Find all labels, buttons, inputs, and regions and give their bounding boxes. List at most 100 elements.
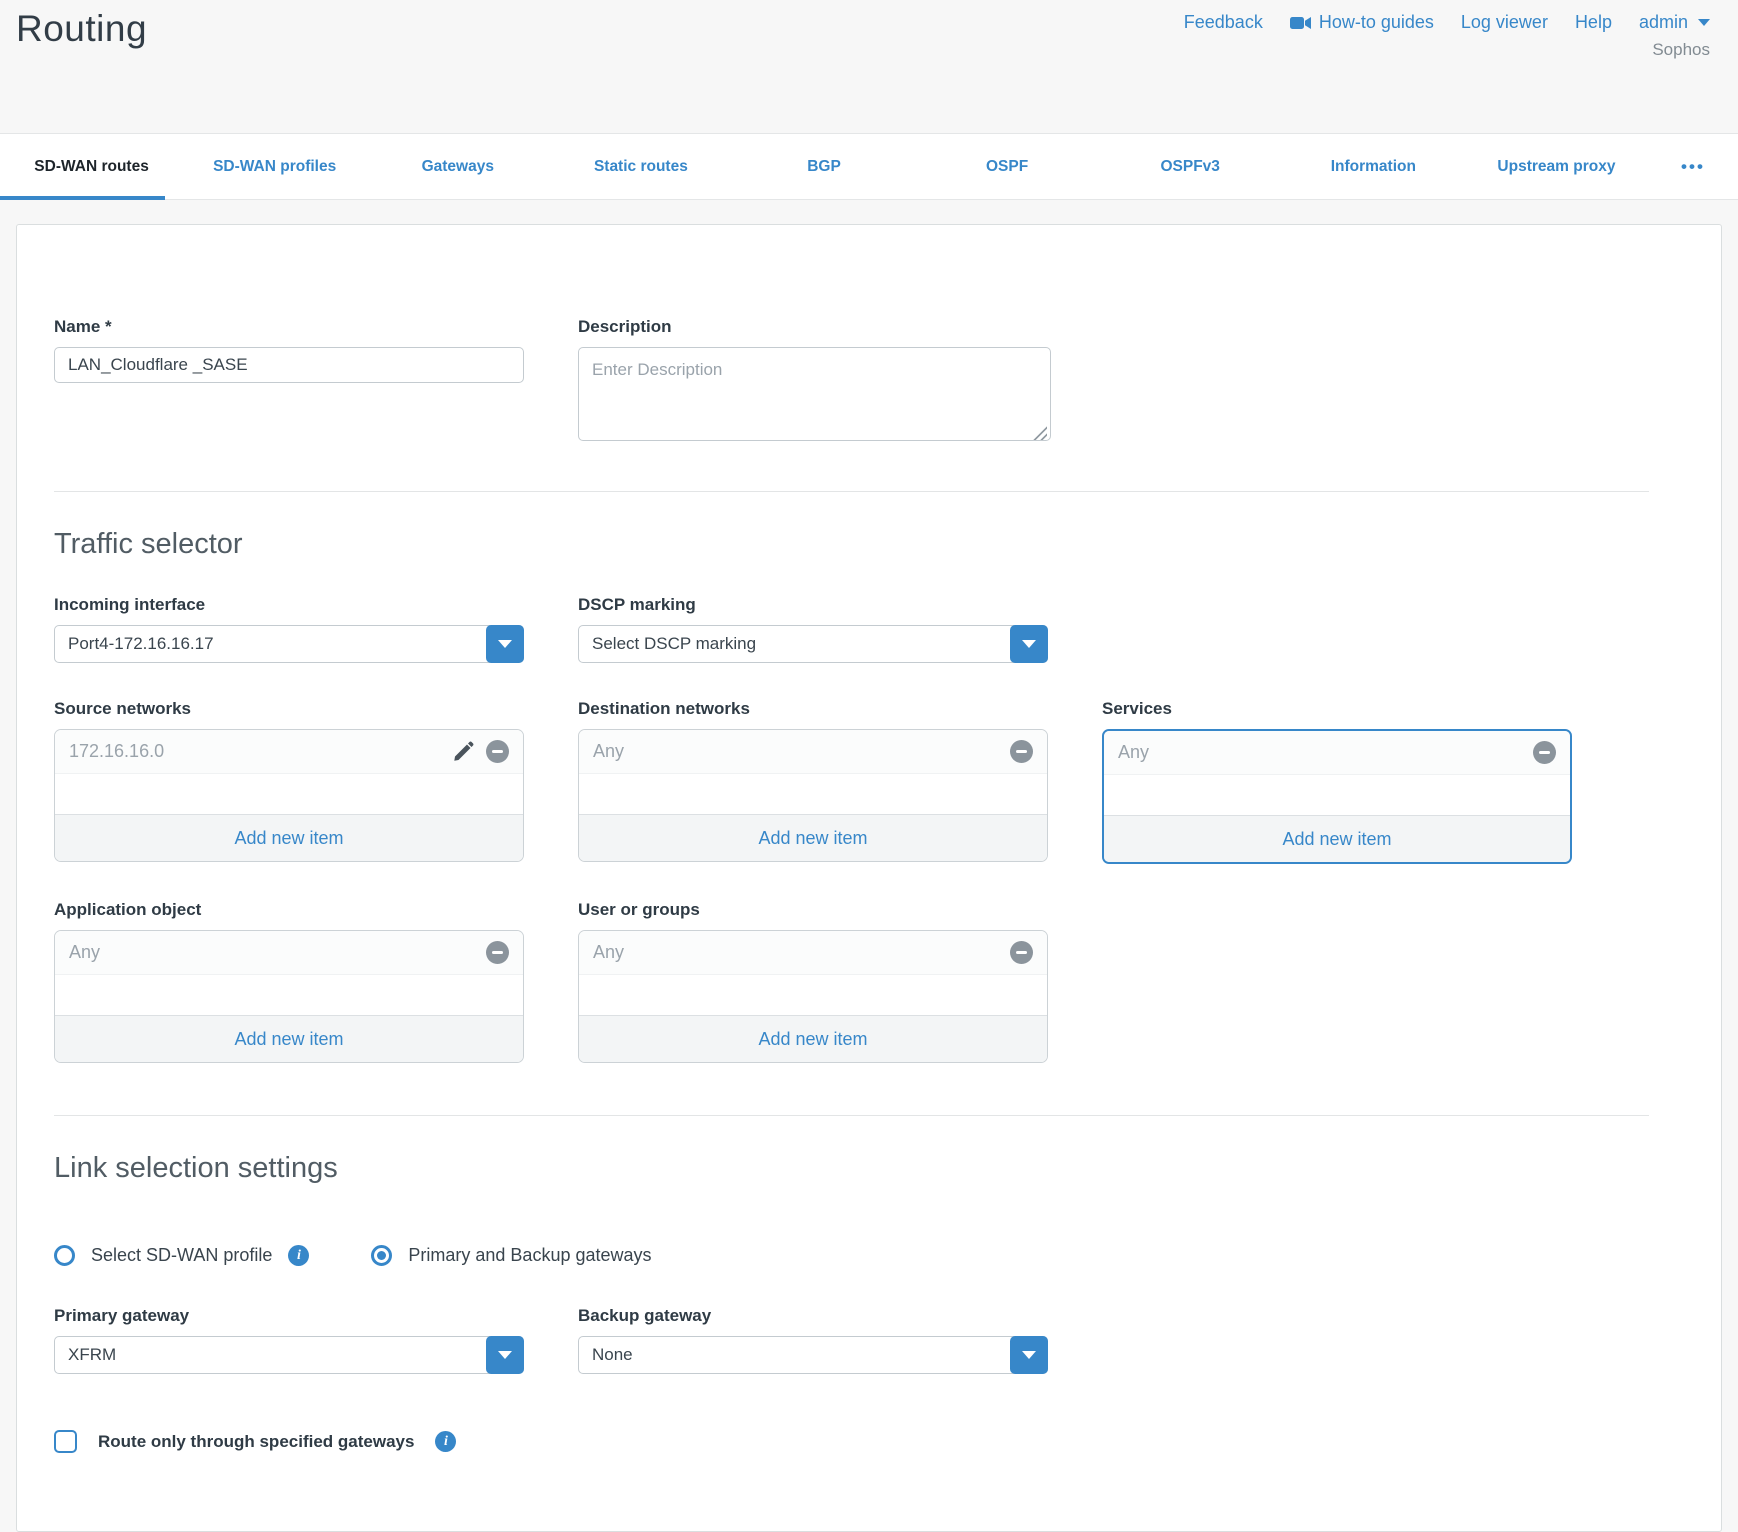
add-new-item-button[interactable]: Add new item xyxy=(579,1015,1047,1062)
chevron-down-icon xyxy=(1698,19,1710,26)
tabs-overflow-button[interactable]: ••• xyxy=(1648,134,1738,199)
user-groups-group: User or groups Any Add new item xyxy=(578,900,1048,1063)
section-divider xyxy=(54,1115,1649,1116)
primary-backup-gateways-radio[interactable]: Primary and Backup gateways xyxy=(371,1245,651,1266)
radio-checked-icon[interactable] xyxy=(371,1245,392,1266)
incoming-interface-dropdown[interactable]: Port4-172.16.16.17 xyxy=(54,625,524,663)
help-link[interactable]: Help xyxy=(1575,12,1612,33)
pencil-icon xyxy=(453,741,474,762)
name-description-row: Name * Description xyxy=(54,317,1649,446)
video-camera-icon xyxy=(1290,16,1311,30)
section-divider xyxy=(54,491,1649,492)
incoming-interface-value: Port4-172.16.16.17 xyxy=(55,634,214,654)
tab-ospfv3[interactable]: OSPFv3 xyxy=(1099,134,1282,199)
header-right: Feedback How-to guides Log viewer Help a… xyxy=(1184,12,1710,60)
list-item: 172.16.16.0 xyxy=(55,730,523,774)
radio-unchecked-icon[interactable] xyxy=(54,1245,75,1266)
backup-gateway-dropdown[interactable]: None xyxy=(578,1336,1048,1374)
remove-item-button[interactable] xyxy=(1010,740,1033,763)
page-title: Routing xyxy=(16,8,147,50)
triangle-down-icon xyxy=(1022,640,1036,648)
tab-information[interactable]: Information xyxy=(1282,134,1465,199)
destination-networks-group: Destination networks Any Add new item xyxy=(578,699,1048,864)
item-text: 172.16.16.0 xyxy=(69,741,164,762)
sdwan-profile-radio[interactable]: Select SD-WAN profile i xyxy=(54,1245,309,1266)
dropdown-caret-button[interactable] xyxy=(1010,1336,1048,1374)
tab-ospf[interactable]: OSPF xyxy=(916,134,1099,199)
dropdown-caret-button[interactable] xyxy=(1010,625,1048,663)
interface-dscp-row: Incoming interface Port4-172.16.16.17 DS… xyxy=(54,595,1649,663)
info-icon[interactable]: i xyxy=(435,1431,456,1452)
sdwan-profile-radio-label: Select SD-WAN profile xyxy=(91,1245,272,1266)
remove-item-button[interactable] xyxy=(1010,941,1033,964)
primary-gateway-label: Primary gateway xyxy=(54,1306,524,1326)
dscp-label: DSCP marking xyxy=(578,595,1048,615)
log-viewer-link[interactable]: Log viewer xyxy=(1461,12,1548,33)
edit-item-button[interactable] xyxy=(453,741,474,762)
dropdown-caret-button[interactable] xyxy=(486,1336,524,1374)
name-input[interactable] xyxy=(54,347,524,383)
tab-gateways[interactable]: Gateways xyxy=(366,134,549,199)
add-new-item-button[interactable]: Add new item xyxy=(579,814,1047,861)
traffic-selector-heading: Traffic selector xyxy=(54,528,1649,561)
name-field-group: Name * xyxy=(54,317,524,446)
source-networks-group: Source networks 172.16.16.0 Add new item xyxy=(54,699,524,864)
primary-gateway-value: XFRM xyxy=(55,1345,116,1365)
sd-wan-route-form-card: Name * Description Traffic selector Inco… xyxy=(16,224,1722,1532)
route-only-row: Route only through specified gateways i xyxy=(54,1430,1649,1453)
networks-row: Source networks 172.16.16.0 Add new item xyxy=(54,699,1649,864)
application-object-label: Application object xyxy=(54,900,524,920)
info-icon[interactable]: i xyxy=(288,1245,309,1266)
add-new-item-button[interactable]: Add new item xyxy=(55,814,523,861)
route-only-checkbox[interactable] xyxy=(54,1430,77,1453)
incoming-interface-group: Incoming interface Port4-172.16.16.17 xyxy=(54,595,524,663)
backup-gateway-group: Backup gateway None xyxy=(578,1306,1048,1374)
description-field-group: Description xyxy=(578,317,1048,446)
log-viewer-label: Log viewer xyxy=(1461,12,1548,33)
tab-upstream-proxy[interactable]: Upstream proxy xyxy=(1465,134,1648,199)
admin-menu[interactable]: admin xyxy=(1639,12,1710,33)
page-header: Routing Feedback How-to guides Log viewe… xyxy=(0,0,1738,133)
feedback-label: Feedback xyxy=(1184,12,1263,33)
item-text: Any xyxy=(1118,742,1149,763)
destination-networks-box: Any Add new item xyxy=(578,729,1048,862)
tab-static-routes[interactable]: Static routes xyxy=(549,134,732,199)
list-item: Any xyxy=(579,931,1047,975)
help-label: Help xyxy=(1575,12,1612,33)
user-groups-items: Any xyxy=(579,931,1047,1015)
destination-networks-label: Destination networks xyxy=(578,699,1048,719)
tab-bgp[interactable]: BGP xyxy=(732,134,915,199)
header-links: Feedback How-to guides Log viewer Help a… xyxy=(1184,12,1710,33)
add-new-item-button[interactable]: Add new item xyxy=(1104,815,1570,862)
services-box: Any Add new item xyxy=(1102,729,1572,864)
item-text: Any xyxy=(593,942,624,963)
list-item: Any xyxy=(579,730,1047,774)
remove-item-button[interactable] xyxy=(486,740,509,763)
dropdown-caret-button[interactable] xyxy=(486,625,524,663)
dscp-dropdown[interactable]: Select DSCP marking xyxy=(578,625,1048,663)
howto-guides-label: How-to guides xyxy=(1319,12,1434,33)
tab-sd-wan-routes[interactable]: SD-WAN routes xyxy=(0,134,183,199)
source-networks-label: Source networks xyxy=(54,699,524,719)
feedback-link[interactable]: Feedback xyxy=(1184,12,1263,33)
dscp-group: DSCP marking Select DSCP marking xyxy=(578,595,1048,663)
triangle-down-icon xyxy=(498,1351,512,1359)
item-text: Any xyxy=(69,942,100,963)
primary-gateway-dropdown[interactable]: XFRM xyxy=(54,1336,524,1374)
services-label: Services xyxy=(1102,699,1572,719)
triangle-down-icon xyxy=(498,640,512,648)
backup-gateway-value: None xyxy=(579,1345,633,1365)
gateways-row: Primary gateway XFRM Backup gateway None xyxy=(54,1306,1649,1374)
services-items: Any xyxy=(1104,731,1570,815)
add-new-item-button[interactable]: Add new item xyxy=(55,1015,523,1062)
remove-item-button[interactable] xyxy=(486,941,509,964)
description-textarea[interactable] xyxy=(578,347,1051,441)
incoming-interface-label: Incoming interface xyxy=(54,595,524,615)
user-groups-label: User or groups xyxy=(578,900,1048,920)
brand-label: Sophos xyxy=(1652,40,1710,60)
dscp-value: Select DSCP marking xyxy=(579,634,756,654)
remove-item-button[interactable] xyxy=(1533,741,1556,764)
destination-networks-items: Any xyxy=(579,730,1047,814)
howto-guides-link[interactable]: How-to guides xyxy=(1290,12,1434,33)
tab-sd-wan-profiles[interactable]: SD-WAN profiles xyxy=(183,134,366,199)
